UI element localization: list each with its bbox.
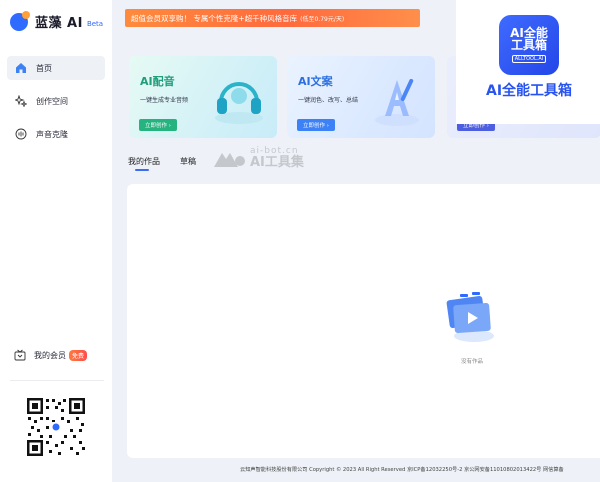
card-subtitle: 一键生成专业音频 [140, 97, 189, 104]
empty-state-icon [446, 292, 494, 342]
card-ai-dubbing[interactable]: AI配音 一键生成专业音频 立即创作 › [129, 56, 277, 138]
robot-icon [214, 152, 245, 167]
empty-state-text: 没有作品 [460, 359, 483, 365]
promo-text: 超值会员双享购！ 专属个性克隆+超千种风格音库 [131, 13, 298, 23]
free-badge: 免费 [69, 349, 88, 361]
headphones-icon [215, 82, 263, 124]
home-icon [15, 62, 27, 74]
brand-logo[interactable]: 蓝藻 AI Beta [10, 10, 104, 31]
watermark-line2: AI工具集 [250, 155, 304, 171]
logo-icon [10, 10, 30, 31]
watermark: ai-bot.cn AI工具集 [212, 146, 304, 171]
sidebar-divider [10, 380, 104, 381]
sidebar-item-voice-clone[interactable]: 声音克隆 [7, 122, 105, 146]
my-membership[interactable]: 我的会员 免费 [14, 349, 88, 361]
alltool-logo: AI全能 工具箱 ALLTOOL.AI [499, 15, 559, 75]
promo-price: (低至0.79元/天) [300, 15, 345, 23]
works-tabs: 我的作品 草稿 [128, 156, 216, 171]
member-label: 我的会员 [34, 350, 66, 360]
card-title: AI配音 [140, 75, 175, 88]
tab-my-works[interactable]: 我的作品 [128, 156, 160, 171]
tile-line3: ALLTOOL.AI [511, 55, 547, 64]
sidebar-item-label: 首页 [36, 63, 52, 73]
promo-banner[interactable]: 超值会员双享购！ 专属个性克隆+超千种风格音库 (低至0.79元/天) [125, 9, 420, 27]
voice-icon [15, 128, 27, 140]
card-subtitle: 一键润色、改写、总结 [298, 97, 359, 104]
sidebar-item-label: 声音克隆 [36, 129, 68, 139]
card-ai-copywriting[interactable]: AI文案 一键润色、改写、总结 立即创作 › [287, 56, 435, 138]
sidebar-item-home[interactable]: 首页 [7, 56, 105, 80]
card-title: AI文案 [298, 75, 333, 88]
works-panel: 没有作品 [127, 184, 600, 458]
tile-line2: 工具箱 [510, 37, 547, 52]
sidebar-item-creation-space[interactable]: 创作空间 [7, 89, 105, 113]
beta-tag: Beta [86, 19, 104, 28]
alltool-badge: AI全能 工具箱 ALLTOOL.AI AI全能工具箱 [456, 0, 600, 124]
letter-a-icon [375, 78, 419, 126]
create-button[interactable]: 立即创作 › [139, 119, 177, 131]
member-icon [14, 349, 26, 361]
footer-copyright: 云知声智能科技股份有限公司 Copyright © 2023 All Right… [240, 467, 564, 473]
sidebar-nav: 首页 创作空间 声音克隆 [7, 56, 105, 155]
sparkle-icon [15, 95, 27, 107]
sidebar: 蓝藻 AI Beta 首页 创作空间 声音克隆 我的会员 免费 [0, 0, 112, 482]
qr-code [26, 397, 86, 457]
badge-caption: AI全能工具箱 [486, 83, 573, 99]
sidebar-item-label: 创作空间 [36, 96, 68, 106]
tab-drafts[interactable]: 草稿 [180, 156, 196, 167]
brand-name: 蓝藻 AI [35, 16, 83, 31]
create-button[interactable]: 立即创作 › [297, 119, 335, 131]
